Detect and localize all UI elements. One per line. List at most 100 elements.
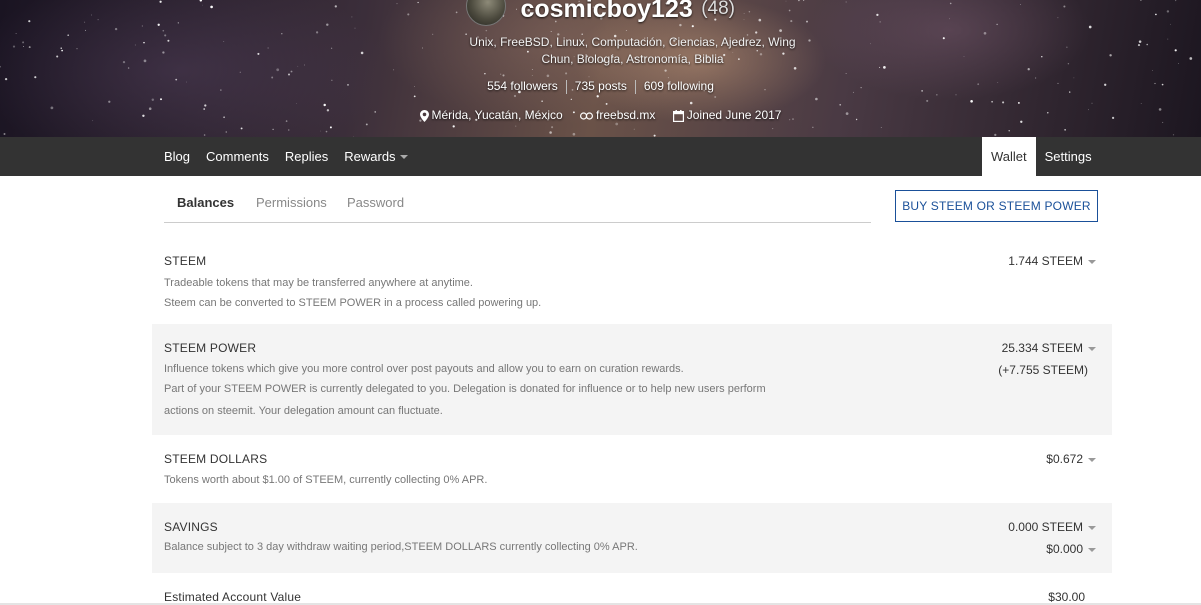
star xyxy=(1189,57,1193,60)
star xyxy=(304,64,305,66)
nav-replies[interactable]: Replies xyxy=(285,149,328,164)
buy-steem-button[interactable]: BUY STEEM OR STEEM POWER xyxy=(895,190,1098,222)
star xyxy=(28,46,31,49)
star xyxy=(1152,70,1153,71)
savings-sbd-dropdown[interactable]: $0.000 xyxy=(1046,542,1096,556)
balance-amount-dropdown[interactable]: 25.334 STEEM xyxy=(1002,341,1096,355)
estimated-value: $30.00 xyxy=(1048,590,1085,604)
star xyxy=(1172,134,1175,136)
balance-amount: $0.672 xyxy=(1046,452,1083,466)
nav-settings[interactable]: Settings xyxy=(1036,137,1101,176)
star xyxy=(484,73,486,75)
star xyxy=(393,69,395,71)
star xyxy=(667,77,669,79)
nav-rewards[interactable]: Rewards xyxy=(344,149,408,164)
star xyxy=(1064,129,1066,131)
star xyxy=(22,41,25,44)
star xyxy=(1167,38,1169,40)
nav-wallet[interactable]: Wallet xyxy=(982,137,1036,176)
balance-row-savings: SAVINGS Balance subject to 3 day withdra… xyxy=(152,503,1112,573)
star xyxy=(151,98,155,102)
star xyxy=(240,127,243,130)
star xyxy=(808,39,811,42)
avatar[interactable] xyxy=(465,0,506,26)
star xyxy=(994,133,997,137)
tab-permissions[interactable]: Permissions xyxy=(256,195,327,210)
star xyxy=(515,125,517,127)
about-line: Unix, FreeBSD, Linux, Computación, Cienc… xyxy=(469,35,796,49)
star xyxy=(772,128,774,130)
star xyxy=(1162,121,1164,123)
star xyxy=(963,56,965,57)
estimated-value-label: Estimated Account Value xyxy=(164,590,302,604)
nav-blog[interactable]: Blog xyxy=(164,149,190,164)
nav-comments[interactable]: Comments xyxy=(206,149,269,164)
delegated-amount: (+7.755 STEEM) xyxy=(998,363,1088,377)
star xyxy=(290,70,293,73)
star xyxy=(1041,55,1043,58)
star xyxy=(34,76,37,79)
star xyxy=(1027,68,1030,71)
followers-count[interactable]: 554 followers xyxy=(479,79,566,93)
star xyxy=(276,68,280,72)
star xyxy=(879,66,881,68)
star xyxy=(549,131,552,134)
profile-meta: Mérida, Yucatán, México freebsd.mx Joine… xyxy=(0,108,1201,122)
calendar-icon xyxy=(672,109,684,122)
star xyxy=(76,48,78,50)
star xyxy=(1138,40,1142,43)
star xyxy=(551,126,554,129)
website-link[interactable]: freebsd.mx xyxy=(596,108,655,122)
star xyxy=(689,101,693,105)
star xyxy=(596,95,599,98)
star xyxy=(288,129,290,131)
balance-amount-dropdown[interactable]: 1.744 STEEM xyxy=(1008,254,1096,268)
balance-description: Tradeable tokens that may be transferred… xyxy=(164,273,794,313)
star xyxy=(541,100,543,102)
balance-row-steem-dollars: STEEM DOLLARS Tokens worth about $1.00 o… xyxy=(152,435,1112,503)
star xyxy=(1146,43,1148,46)
star xyxy=(870,43,871,45)
star xyxy=(714,96,717,98)
balance-description: Tokens worth about $1.00 of STEEM, curre… xyxy=(164,470,794,490)
savings-steem-dropdown[interactable]: 0.000 STEEM xyxy=(1008,520,1096,534)
star xyxy=(127,67,130,69)
star xyxy=(942,37,945,40)
location: Mérida, Yucatán, México xyxy=(419,108,567,122)
following-count[interactable]: 609 following xyxy=(636,79,722,93)
chevron-down-icon xyxy=(399,154,408,159)
star xyxy=(0,65,1,68)
star xyxy=(605,102,608,105)
star xyxy=(983,31,987,35)
star xyxy=(257,52,260,55)
star xyxy=(633,128,635,130)
tab-password[interactable]: Password xyxy=(347,195,404,210)
location-text: Mérida, Yucatán, México xyxy=(431,108,563,122)
star xyxy=(143,41,145,44)
profile-banner: cosmicboy123 (48) Unix, FreeBSD, Linux, … xyxy=(0,0,1201,137)
tab-balances[interactable]: Balances xyxy=(177,195,234,210)
nav-right: Wallet Settings xyxy=(982,137,1101,176)
username: cosmicboy123 xyxy=(520,0,693,23)
about-line: Chun, Biología, Astronomía, Biblia xyxy=(541,52,724,66)
profile-title-row: cosmicboy123 (48) xyxy=(0,0,1201,32)
posts-count[interactable]: 735 posts xyxy=(567,79,635,93)
wallet-tabs: Balances Permissions Password xyxy=(164,176,871,223)
savings-sbd-amount: $0.000 xyxy=(1046,542,1083,556)
star xyxy=(325,130,328,133)
star xyxy=(970,99,973,103)
balance-name: STEEM DOLLARS xyxy=(164,452,268,466)
star xyxy=(3,133,6,135)
description-line: actions on steemit. Your delegation amou… xyxy=(164,405,443,417)
star xyxy=(143,59,147,63)
balance-amount-dropdown[interactable]: $0.672 xyxy=(1046,452,1096,466)
website[interactable]: freebsd.mx xyxy=(580,108,659,122)
star xyxy=(570,98,572,100)
profile-navbar: Blog Comments Replies Rewards Wallet Set… xyxy=(0,137,1201,176)
description-line: Part of your STEEM POWER is currently de… xyxy=(164,383,766,395)
balance-row-steem-power: STEEM POWER Influence tokens which give … xyxy=(152,324,1112,435)
star xyxy=(926,99,929,102)
star xyxy=(239,71,241,73)
star xyxy=(1137,44,1141,47)
star xyxy=(1017,101,1020,104)
